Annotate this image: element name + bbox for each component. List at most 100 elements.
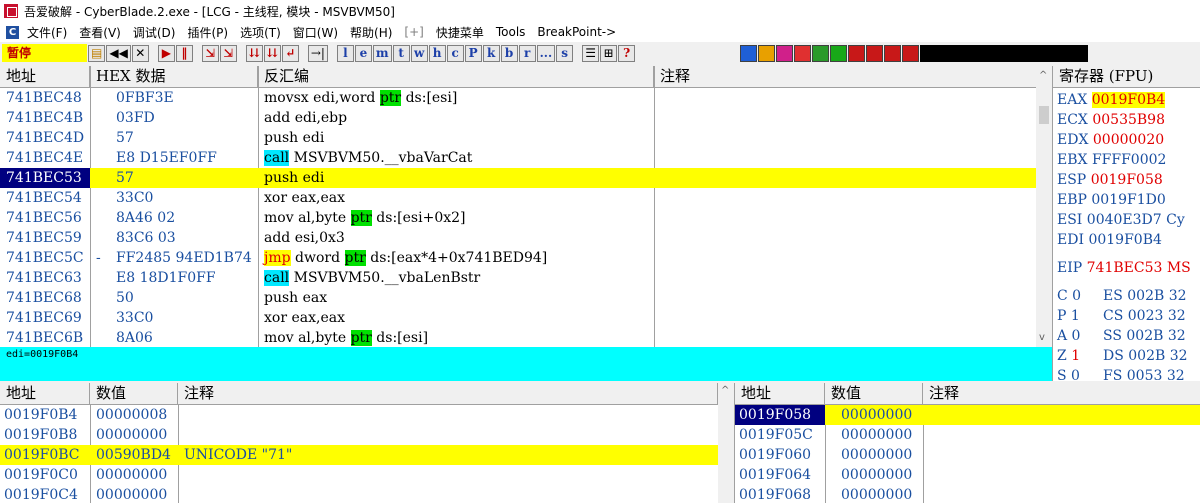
plugin-button-icon[interactable]: [812, 44, 830, 62]
stack-row[interactable]: 0019F060 00000000: [735, 445, 1200, 465]
step-over-icon[interactable]: ⇲: [219, 44, 237, 62]
dump-row[interactable]: 0019F0BC 00590BD4 UNICODE "71": [0, 445, 718, 465]
dump-row[interactable]: 0019F0B4 00000008: [0, 405, 718, 425]
disasm-row[interactable]: 741BEC53 57 push edi: [0, 168, 1036, 188]
log-window-button[interactable]: l: [336, 44, 354, 62]
menu-view[interactable]: 查看(V): [79, 24, 121, 41]
dump-scrollbar[interactable]: ^: [718, 383, 733, 503]
col-hex[interactable]: HEX 数据: [90, 66, 258, 88]
disassembly-pane[interactable]: 地址 HEX 数据 反汇编 注释 741BEC48 0FBF3E movsx edi…: [0, 66, 1052, 347]
modules-window-button[interactable]: e: [354, 44, 372, 62]
col-address[interactable]: 地址: [0, 66, 90, 88]
disasm-row[interactable]: 741BEC54 33C0 xor eax,eax: [0, 188, 1036, 208]
register-row[interactable]: S 0 FS 0053 32: [1057, 366, 1185, 381]
menu-help[interactable]: 帮助(H): [350, 24, 392, 41]
plugin-button-icon[interactable]: [776, 44, 794, 62]
register-row[interactable]: ECX 00535B98: [1057, 110, 1165, 130]
disasm-row[interactable]: 741BEC4D 57 push edi: [0, 128, 1036, 148]
references-window-button[interactable]: r: [518, 44, 536, 62]
callstack-window-button[interactable]: k: [482, 44, 500, 62]
plugin-button-icon[interactable]: [902, 44, 920, 62]
cpu-window-icon[interactable]: C: [6, 25, 19, 39]
disasm-row[interactable]: 741BEC69 33C0 xor eax,eax: [0, 308, 1036, 328]
dump-row[interactable]: 0019F0B8 00000000: [0, 425, 718, 445]
register-row[interactable]: EDI 0019F0B4: [1057, 230, 1162, 250]
source-window-button[interactable]: s: [556, 44, 574, 62]
plugin-button-icon[interactable]: [758, 44, 776, 62]
plugin-button-icon[interactable]: [830, 44, 848, 62]
cpu-window-button[interactable]: c: [446, 44, 464, 62]
register-row[interactable]: EDX 00000020: [1057, 130, 1164, 150]
menu-debug[interactable]: 调试(D): [133, 24, 176, 41]
register-row[interactable]: C 0 ES 002B 32: [1057, 286, 1187, 306]
register-row[interactable]: P 1 CS 0023 32: [1057, 306, 1186, 326]
patches-window-button[interactable]: P: [464, 44, 482, 62]
register-row[interactable]: EBX FFFF0002: [1057, 150, 1166, 170]
execute-till-return-icon[interactable]: ↵: [281, 44, 299, 62]
menu-tools[interactable]: Tools: [496, 25, 526, 39]
threads-window-button[interactable]: t: [392, 44, 410, 62]
disasm-row[interactable]: 741BEC6B 8A06 mov al,byte ptr ds:[esi]: [0, 328, 1036, 347]
dump-row[interactable]: 0019F0C4 00000000: [0, 485, 718, 503]
run-icon[interactable]: ▶: [157, 44, 175, 62]
disasm-row[interactable]: 741BEC48 0FBF3E movsx edi,word ptr ds:[esi…: [0, 88, 1036, 108]
step-into-icon[interactable]: ⇲: [201, 44, 219, 62]
col-disasm[interactable]: 反汇编: [258, 66, 654, 88]
register-row[interactable]: EAX 0019F0B4: [1057, 90, 1166, 110]
stack-col-address[interactable]: 地址: [735, 383, 825, 405]
disasm-row[interactable]: 741BEC59 83C6 03 add esi,0x3: [0, 228, 1036, 248]
menu-window[interactable]: 窗口(W): [293, 24, 338, 41]
disasm-scrollbar[interactable]: ^ v: [1036, 66, 1052, 347]
memory-dump-pane[interactable]: 地址 数值 注释 ^ 0019F0B4 00000008 0019F0B8 00000…: [0, 383, 733, 503]
register-row[interactable]: EIP 741BEC53 MS: [1057, 258, 1191, 278]
menu-breakpoint[interactable]: BreakPoint->: [537, 25, 616, 39]
stack-row[interactable]: 0019F058 00000000: [735, 405, 1200, 425]
menu-shortcut[interactable]: 快捷菜单: [436, 24, 484, 41]
run-trace-window-button[interactable]: ...: [536, 44, 556, 62]
register-row[interactable]: Z 1 DS 002B 32: [1057, 346, 1188, 366]
trace-over-icon[interactable]: ⇊: [263, 44, 281, 62]
registers-title[interactable]: 寄存器 (FPU): [1053, 66, 1200, 88]
plugin-button-icon[interactable]: [848, 44, 866, 62]
rewind-icon[interactable]: ◀◀: [106, 44, 131, 62]
dump-col-value[interactable]: 数值: [90, 383, 178, 405]
menu-expand[interactable]: [+]: [404, 25, 423, 39]
open-icon[interactable]: ▤: [88, 44, 106, 62]
disasm-row[interactable]: 741BEC63 E8 18D1F0FF call MSVBVM50.__vbaLe…: [0, 268, 1036, 288]
registers-pane[interactable]: 寄存器 (FPU) EAX 0019F0B4 ECX 00535B98 EDX 00…: [1052, 66, 1200, 381]
disasm-row[interactable]: 741BEC5C - FF2485 94ED1B74 jmp dword ptr ds…: [0, 248, 1036, 268]
plugin-button-icon[interactable]: [866, 44, 884, 62]
dump-col-address[interactable]: 地址: [0, 383, 90, 405]
col-comment[interactable]: 注释: [654, 66, 1036, 88]
disasm-row[interactable]: 741BEC56 8A46 02 mov al,byte ptr ds:[esi+0…: [0, 208, 1036, 228]
disasm-row[interactable]: 741BEC68 50 push eax: [0, 288, 1036, 308]
register-row[interactable]: ESP 0019F058: [1057, 170, 1163, 190]
menu-file[interactable]: 文件(F): [27, 24, 67, 41]
stack-col-value[interactable]: 数值: [825, 383, 923, 405]
list-icon[interactable]: ☰: [582, 44, 600, 62]
handles-window-button[interactable]: h: [428, 44, 446, 62]
grid-icon[interactable]: ⊞: [600, 44, 618, 62]
stack-col-comment[interactable]: 注释: [923, 383, 1200, 405]
trace-into-icon[interactable]: ⇊: [245, 44, 263, 62]
help-icon[interactable]: ?: [618, 44, 636, 62]
close-icon[interactable]: ✕: [131, 44, 149, 62]
register-row[interactable]: ESI 0040E3D7 Cy: [1057, 210, 1185, 230]
stack-row[interactable]: 0019F05C 00000000: [735, 425, 1200, 445]
register-row[interactable]: A 0 SS 002B 32: [1057, 326, 1186, 346]
stack-pane[interactable]: 地址 数值 注释 0019F058 00000000 0019F05C 0000000…: [734, 383, 1200, 503]
plugin-button-icon[interactable]: [740, 44, 758, 62]
menu-plugins[interactable]: 插件(P): [187, 24, 228, 41]
dump-row[interactable]: 0019F0C0 00000000: [0, 465, 718, 485]
plugin-button-icon[interactable]: [884, 44, 902, 62]
pause-icon[interactable]: ‖: [175, 44, 193, 62]
menu-options[interactable]: 选项(T): [240, 24, 281, 41]
breakpoints-window-button[interactable]: b: [500, 44, 518, 62]
dump-col-comment[interactable]: 注释: [178, 383, 718, 405]
plugin-button-icon[interactable]: [794, 44, 812, 62]
register-row[interactable]: EBP 0019F1D0: [1057, 190, 1166, 210]
memory-window-button[interactable]: m: [372, 44, 392, 62]
stack-row[interactable]: 0019F068 00000000: [735, 485, 1200, 503]
stack-row[interactable]: 0019F064 00000000: [735, 465, 1200, 485]
windows-window-button[interactable]: w: [410, 44, 428, 62]
